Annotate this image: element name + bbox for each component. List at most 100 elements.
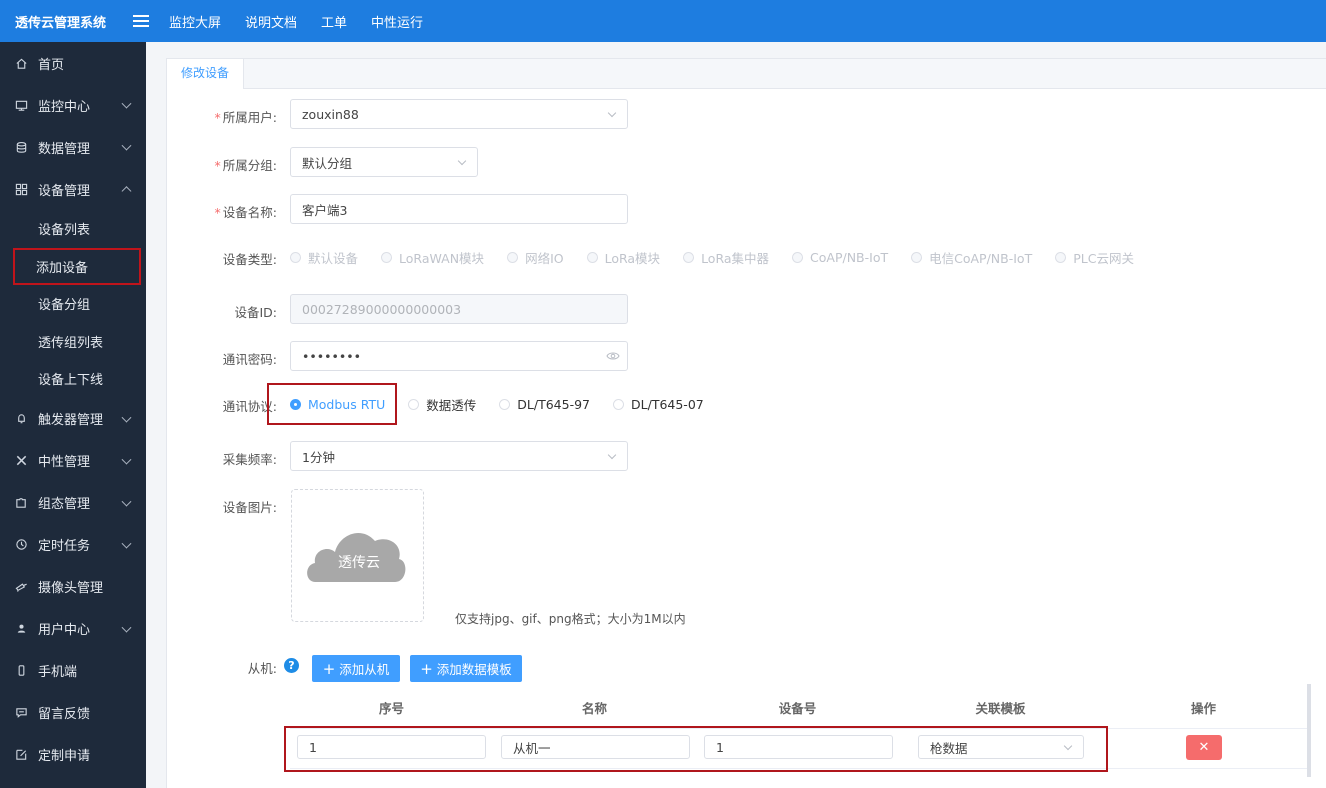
password-label: 通讯密码: (222, 352, 277, 367)
frequency-select[interactable]: 1分钟 (290, 441, 628, 471)
sidebar-item-label: 中性管理 (38, 455, 91, 470)
col-header-device-no: 设备号 (778, 701, 817, 716)
owner-label: * 所属用户: (214, 110, 277, 125)
sidebar-item-label: 留言反馈 (38, 707, 91, 722)
sidebar-subitem-add-device[interactable]: 添加设备 (13, 247, 141, 285)
add-template-button[interactable]: + 添加数据模板 (410, 655, 522, 682)
sidebar-item-label: 手机端 (38, 665, 78, 680)
tab-edit-device[interactable]: 修改设备 (167, 59, 245, 89)
plus-icon: + (420, 659, 433, 678)
cloud-logo-text: 透传云 (338, 555, 380, 571)
protocol-dlt645-07[interactable]: DL/T645-07 (613, 397, 704, 412)
app-title: 透传云管理系统 (15, 15, 107, 31)
sidebar-item-label: 摄像头管理 (38, 581, 104, 596)
device-name-label: * 设备名称: (214, 205, 277, 220)
home-icon (14, 56, 28, 70)
delete-row-button[interactable]: ✕ (1186, 735, 1222, 760)
chevron-down-icon (607, 108, 617, 118)
col-header-index: 序号 (378, 701, 404, 716)
chevron-down-icon (121, 538, 132, 549)
help-icon[interactable]: ? (284, 658, 299, 673)
chevron-down-icon (121, 98, 132, 109)
sidebar-item-data[interactable]: 数据管理 (0, 126, 146, 168)
sidebar-item-neutral[interactable]: 中性管理 (0, 440, 146, 482)
table-scrollbar[interactable] (1307, 684, 1311, 777)
device-type-default[interactable]: 默认设备 (290, 248, 358, 267)
device-type-telecom-coap[interactable]: 电信CoAP/NB-IoT (911, 248, 1032, 267)
sidebar-item-label: 监控中心 (38, 99, 91, 115)
edit-icon (14, 748, 28, 762)
sidebar-item-label: 定时任务 (38, 539, 91, 554)
owner-value: zouxin88 (302, 106, 359, 122)
sidebar-item-trigger[interactable]: 触发器管理 (0, 398, 146, 440)
chevron-down-icon (121, 454, 132, 465)
protocol-dlt645-97[interactable]: DL/T645-97 (499, 397, 590, 412)
nav-neutral-ops[interactable]: 中性运行 (371, 12, 423, 31)
clock-icon (14, 538, 28, 552)
device-name-value: 客户端3 (302, 202, 348, 218)
sidebar-item-device[interactable]: 设备管理 (0, 168, 146, 210)
camera-icon (14, 580, 28, 594)
password-input[interactable]: •••••••• (290, 341, 628, 371)
sidebar-item-monitor[interactable]: 监控中心 (0, 84, 146, 126)
image-label: 设备图片: (222, 500, 277, 515)
user-icon (14, 622, 28, 636)
sidebar-item-camera[interactable]: 摄像头管理 (0, 566, 146, 608)
group-select[interactable]: 默认分组 (290, 147, 478, 177)
sidebar-item-scheduled[interactable]: 定时任务 (0, 524, 146, 566)
nav-docs[interactable]: 说明文档 (245, 12, 297, 31)
sidebar-subitem-passthrough-group[interactable]: 透传组列表 (0, 323, 146, 361)
device-type-lora[interactable]: LoRa模块 (586, 248, 660, 267)
device-type-lorawan[interactable]: LoRaWAN模块 (381, 248, 484, 267)
device-name-input[interactable]: 客户端3 (290, 194, 628, 224)
device-type-network-io[interactable]: 网络IO (507, 248, 564, 267)
sidebar-item-label: 用户中心 (38, 623, 91, 638)
protocol-passthrough[interactable]: 数据透传 (408, 395, 476, 414)
grid-icon (14, 182, 28, 196)
plus-icon: + (322, 659, 336, 678)
image-upload[interactable]: 透传云 (291, 489, 424, 622)
sidebar-item-custom-request[interactable]: 定制申请 (0, 734, 146, 776)
nav-monitor-screen[interactable]: 监控大屏 (169, 12, 221, 31)
sidebar-subitem-device-list[interactable]: 设备列表 (0, 210, 146, 248)
chevron-down-icon (121, 140, 132, 151)
tab-bar: 修改设备 (167, 59, 1326, 89)
sidebar-subitem-online-offline[interactable]: 设备上下线 (0, 360, 146, 398)
sidebar-item-mobile[interactable]: 手机端 (0, 650, 146, 692)
device-type-radio-group: 默认设备 LoRaWAN模块 网络IO LoRa模块 LoRa集中器 CoAP/… (290, 248, 1157, 267)
password-value: •••••••• (302, 348, 361, 364)
bell-icon (14, 412, 28, 426)
protocol-label: 通讯协议: (222, 399, 277, 414)
monitor-icon (14, 98, 28, 112)
menu-toggle-icon[interactable] (133, 15, 149, 27)
sidebar-item-label: 定制申请 (38, 749, 91, 764)
col-header-name: 名称 (581, 701, 607, 716)
group-value: 默认分组 (302, 155, 353, 171)
owner-select[interactable]: zouxin88 (290, 99, 628, 129)
sidebar: 首页 监控中心 数据管理 设备管理 设备列表 添加设备 设备分组 透传组列表 设… (0, 42, 146, 788)
eye-icon[interactable] (606, 350, 620, 365)
puzzle-icon (14, 496, 28, 510)
nav-tickets[interactable]: 工单 (321, 12, 347, 31)
sidebar-subitem-device-group[interactable]: 设备分组 (0, 285, 146, 323)
add-slave-button[interactable]: + 添加从机 (312, 655, 400, 682)
sidebar-item-config[interactable]: 组态管理 (0, 482, 146, 524)
sidebar-item-home[interactable]: 首页 (0, 42, 146, 84)
chevron-up-icon (121, 186, 132, 197)
sidebar-item-user-center[interactable]: 用户中心 (0, 608, 146, 650)
chevron-down-icon (607, 450, 617, 460)
form-card: 修改设备 * 所属用户: zouxin88 * 所属分组: 默认分组 * 设备名称: … (166, 58, 1326, 788)
chevron-down-icon (121, 496, 132, 507)
sidebar-item-feedback[interactable]: 留言反馈 (0, 692, 146, 734)
col-header-template: 关联模板 (975, 701, 1026, 716)
chevron-down-icon (121, 412, 132, 423)
device-type-plc-gateway[interactable]: PLC云网关 (1055, 248, 1134, 267)
frequency-label: 采集频率: (222, 452, 277, 467)
device-type-label: 设备类型: (222, 252, 277, 267)
frequency-value: 1分钟 (302, 449, 335, 465)
phone-icon (14, 664, 28, 678)
device-id-value: 00027289000000000003 (302, 301, 462, 317)
chevron-down-icon (121, 622, 132, 633)
device-type-coap[interactable]: CoAP/NB-IoT (792, 250, 888, 265)
device-type-lora-concentrator[interactable]: LoRa集中器 (683, 248, 769, 267)
